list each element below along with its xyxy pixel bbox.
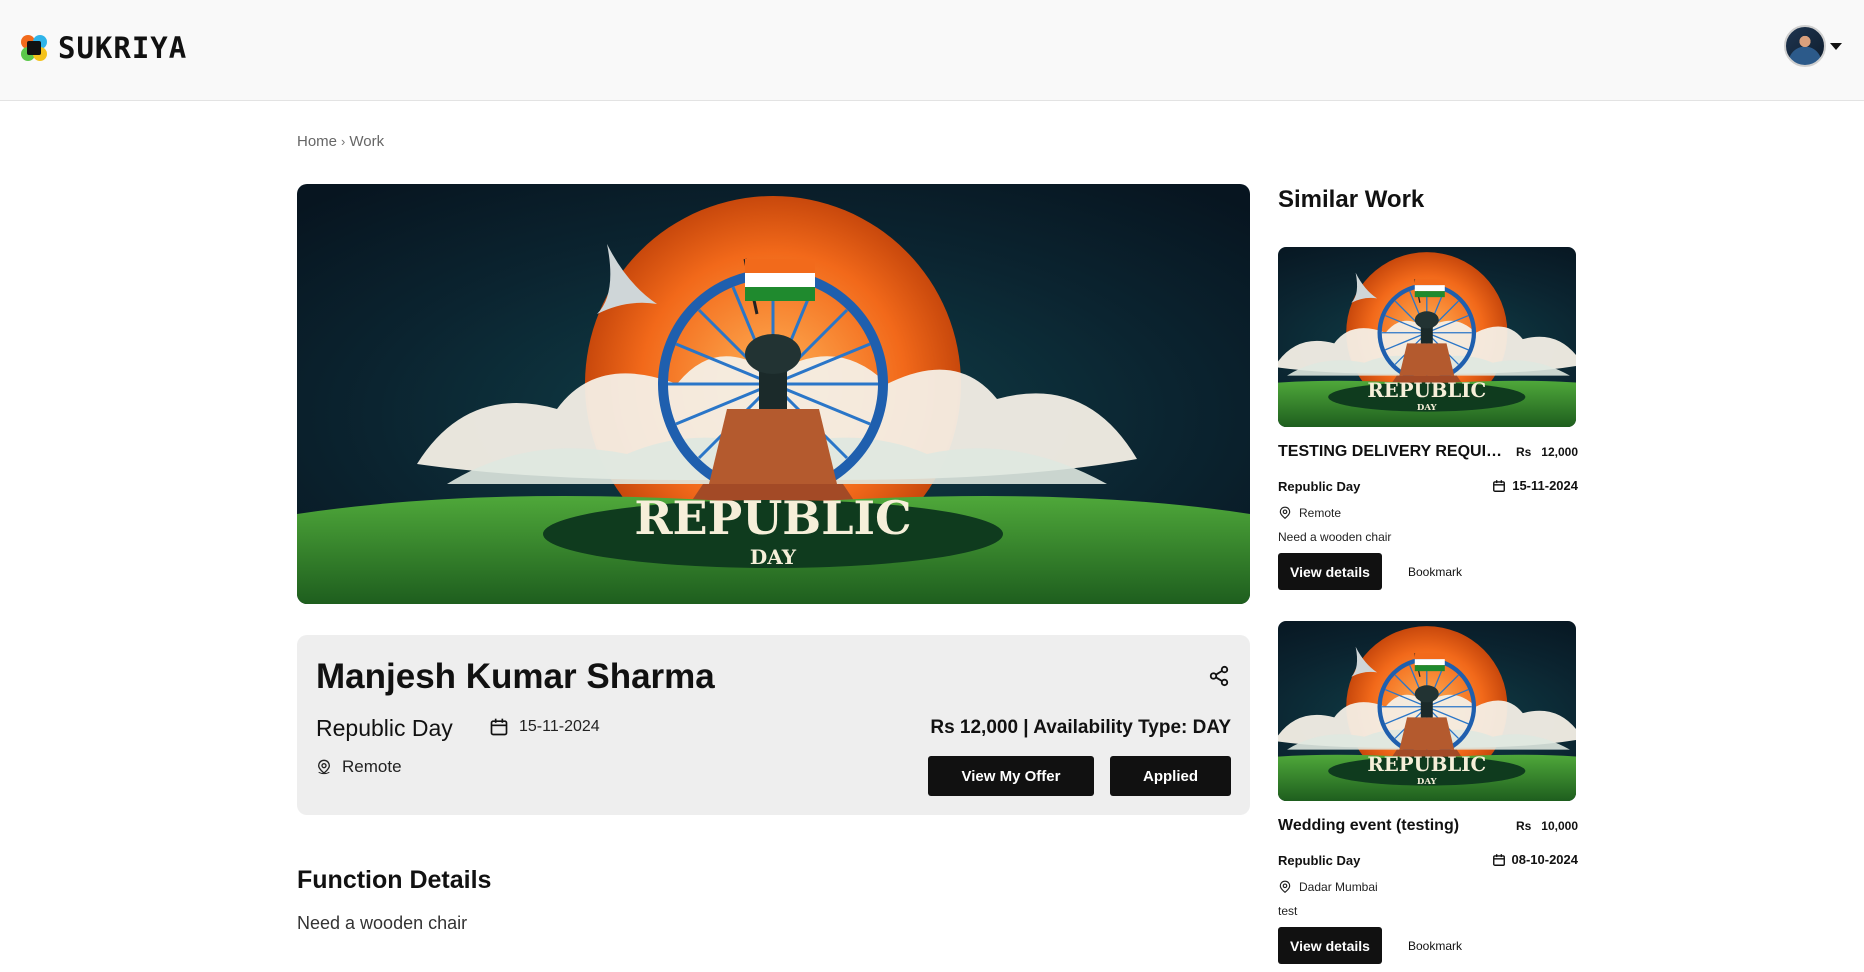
similar-work-title[interactable]: Wedding event (testing) bbox=[1278, 817, 1508, 835]
similar-work-description: Need a wooden chair bbox=[1278, 530, 1392, 544]
similar-work-location-value: Remote bbox=[1299, 506, 1342, 520]
calendar-icon bbox=[490, 718, 508, 736]
work-info-card: Manjesh Kumar Sharma Republic Day 15-11-… bbox=[297, 635, 1250, 815]
similar-work-date: 08-10-2024 bbox=[1492, 852, 1579, 867]
price-amount: 10,000 bbox=[1541, 819, 1578, 833]
view-my-offer-button[interactable]: View My Offer bbox=[928, 756, 1094, 796]
currency-label: Rs bbox=[1515, 445, 1532, 459]
avatar[interactable] bbox=[1784, 25, 1826, 67]
similar-work-description: test bbox=[1278, 904, 1298, 918]
similar-work-illustration bbox=[1278, 247, 1576, 427]
similar-work-illustration bbox=[1278, 621, 1576, 801]
breadcrumb-separator: › bbox=[341, 134, 346, 149]
bookmark-button[interactable]: Bookmark bbox=[1408, 553, 1462, 590]
work-date: 15-11-2024 bbox=[489, 717, 600, 737]
profile-menu[interactable] bbox=[1784, 25, 1842, 67]
price-availability: Rs 12,000 | Availability Type: DAY bbox=[930, 717, 1231, 738]
similar-work-date: 15-11-2024 bbox=[1492, 478, 1578, 493]
similar-work-category: Republic Day bbox=[1278, 853, 1361, 868]
similar-work-category: Republic Day bbox=[1278, 479, 1361, 494]
location-pin-icon bbox=[317, 759, 331, 775]
work-location: Remote bbox=[316, 757, 402, 777]
chevron-down-icon[interactable] bbox=[1830, 42, 1842, 50]
similar-work-image[interactable] bbox=[1278, 247, 1576, 427]
brand-logo[interactable]: SUKRIYA bbox=[18, 31, 187, 65]
hero-image bbox=[297, 184, 1250, 604]
top-navbar: SUKRIYA bbox=[0, 0, 1864, 101]
price-amount: 12,000 bbox=[1541, 445, 1578, 459]
similar-work-price: Rs 12,000 bbox=[1516, 445, 1578, 459]
similar-work-heading: Similar Work bbox=[1278, 186, 1425, 213]
location-pin-icon bbox=[1279, 880, 1291, 893]
bookmark-button[interactable]: Bookmark bbox=[1408, 927, 1462, 964]
breadcrumb-current: Work bbox=[349, 133, 385, 150]
calendar-icon bbox=[1493, 479, 1506, 492]
work-title: Manjesh Kumar Sharma bbox=[316, 657, 715, 696]
location-pin-icon bbox=[1279, 506, 1291, 519]
similar-work-date-value: 15-11-2024 bbox=[1512, 478, 1578, 493]
function-details-text: Need a wooden chair bbox=[297, 913, 468, 933]
work-category: Republic Day bbox=[316, 715, 453, 741]
view-details-button[interactable]: View details bbox=[1278, 927, 1382, 964]
similar-work-price: Rs 10,000 bbox=[1516, 819, 1578, 833]
share-icon[interactable] bbox=[1208, 665, 1230, 687]
similar-work-image[interactable] bbox=[1278, 621, 1576, 801]
hero-illustration bbox=[297, 184, 1250, 604]
view-details-button[interactable]: View details bbox=[1278, 553, 1382, 590]
brand-logo-icon bbox=[21, 35, 47, 61]
work-date-value: 15-11-2024 bbox=[519, 718, 600, 735]
breadcrumb: Home › Work bbox=[297, 133, 384, 150]
applied-button[interactable]: Applied bbox=[1110, 756, 1231, 796]
brand-name: SUKRIYA bbox=[58, 31, 188, 65]
similar-work-location: Remote bbox=[1278, 505, 1341, 521]
calendar-icon bbox=[1492, 853, 1505, 866]
similar-work-title[interactable]: TESTING DELIVERY REQUIREMENT bbox=[1278, 443, 1508, 461]
similar-work-date-value: 08-10-2024 bbox=[1511, 852, 1579, 867]
currency-label: Rs bbox=[1515, 819, 1532, 833]
similar-work-location-value: Dadar Mumbai bbox=[1299, 880, 1378, 894]
similar-work-location: Dadar Mumbai bbox=[1278, 879, 1378, 895]
breadcrumb-home[interactable]: Home bbox=[297, 133, 337, 150]
function-details-heading: Function Details bbox=[297, 866, 492, 894]
work-location-value: Remote bbox=[342, 757, 402, 776]
